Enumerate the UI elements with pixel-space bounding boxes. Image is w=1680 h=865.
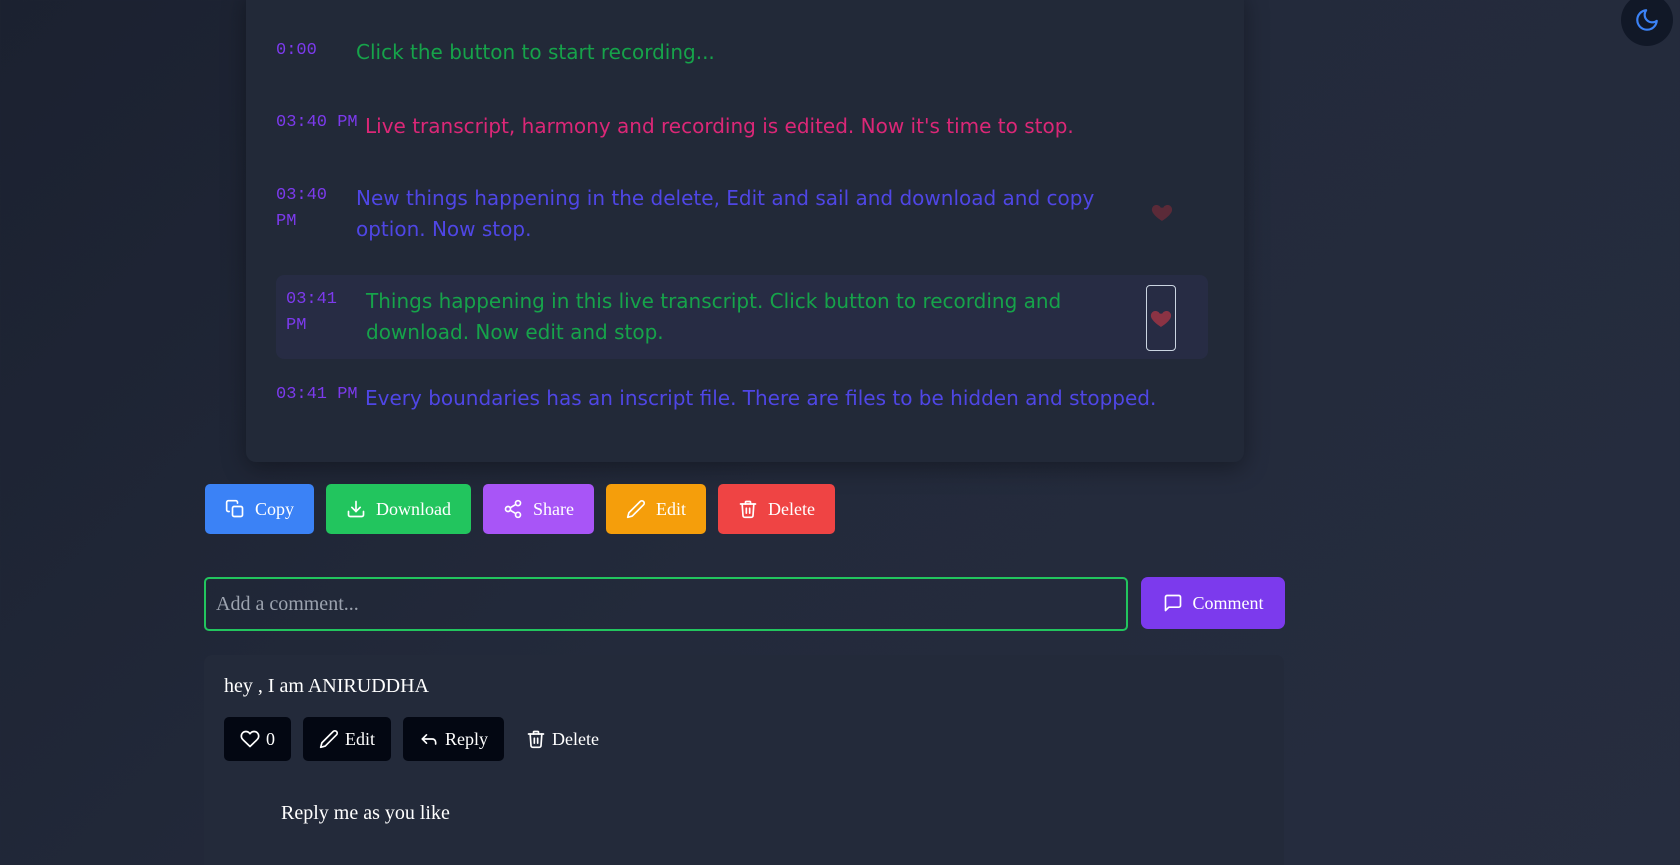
comment-delete-label: Delete	[552, 728, 599, 749]
reply-icon	[419, 729, 439, 749]
comment-reply-button[interactable]: Reply	[403, 717, 504, 761]
moon-icon	[1634, 7, 1660, 33]
comment-like-button[interactable]: 0	[224, 717, 291, 761]
transcript-text: New things happening in the delete, Edit…	[356, 186, 1095, 241]
like-button[interactable]	[1146, 285, 1176, 351]
transcript-entry: 03:40 PM New things happening in the del…	[276, 183, 1208, 245]
comment-reply-label: Reply	[445, 728, 488, 749]
edit-button[interactable]: Edit	[606, 484, 706, 534]
trash-icon	[526, 729, 546, 749]
transcript-timestamp: 03:41 PM	[276, 385, 358, 404]
transcript-entry: 03:40 PM Live transcript, harmony and re…	[276, 110, 1208, 142]
trash-icon	[738, 499, 758, 519]
comment-submit-button[interactable]: Comment	[1141, 577, 1285, 629]
heart-icon	[1149, 200, 1175, 224]
download-label: Download	[376, 498, 452, 519]
transcript-timestamp: 03:40 PM	[276, 113, 358, 132]
reply-text: Reply me as you like	[281, 802, 450, 824]
comment-delete-button[interactable]: Delete	[516, 717, 609, 761]
transcript-text: Click the button to start recording...	[356, 40, 715, 64]
edit-label: Edit	[656, 498, 686, 519]
comment-card: hey , I am ANIRUDDHA 0 Edit Reply Delete	[204, 655, 1284, 865]
transcript-panel: 0:00 Click the button to start recording…	[246, 0, 1244, 462]
share-icon	[503, 499, 523, 519]
delete-label: Delete	[768, 498, 815, 519]
theme-toggle-button[interactable]	[1621, 0, 1673, 46]
share-label: Share	[533, 498, 574, 519]
comment-edit-button[interactable]: Edit	[303, 717, 391, 761]
like-count: 0	[266, 728, 275, 749]
transcript-entry-active: 03:41 PM Things happening in this live t…	[276, 275, 1208, 359]
transcript-action-bar: Copy Download Share Edit Delete	[205, 484, 835, 534]
transcript-text: Every boundaries has an inscript file. T…	[365, 386, 1157, 410]
comment-text: hey , I am ANIRUDDHA	[224, 675, 429, 697]
copy-label: Copy	[255, 498, 295, 519]
transcript-timestamp: 0:00	[276, 41, 317, 60]
message-square-icon	[1163, 593, 1183, 613]
copy-button[interactable]: Copy	[205, 484, 315, 534]
delete-button[interactable]: Delete	[718, 484, 835, 534]
download-button[interactable]: Download	[326, 484, 472, 534]
comment-submit-label: Comment	[1192, 592, 1264, 613]
heart-outline-icon	[240, 729, 260, 749]
transcript-entry: 03:41 PM Every boundaries has an inscrip…	[276, 382, 1208, 414]
comment-edit-label: Edit	[345, 728, 375, 749]
comment-input[interactable]	[204, 577, 1128, 631]
transcript-text: Things happening in this live transcript…	[366, 289, 1062, 344]
share-button[interactable]: Share	[483, 484, 594, 534]
transcript-text: Live transcript, harmony and recording i…	[365, 114, 1074, 138]
download-icon	[346, 499, 366, 519]
transcript-timestamp: 03:41 PM	[286, 290, 338, 335]
heart-icon	[1148, 306, 1174, 330]
transcript-timestamp: 03:40 PM	[276, 186, 328, 231]
like-button[interactable]	[1148, 180, 1176, 244]
pencil-icon	[319, 729, 339, 749]
pencil-icon	[626, 499, 646, 519]
comment-actions: 0 Edit Reply Delete	[224, 717, 609, 761]
copy-icon	[225, 499, 245, 519]
transcript-entry: 0:00 Click the button to start recording…	[276, 38, 1208, 68]
